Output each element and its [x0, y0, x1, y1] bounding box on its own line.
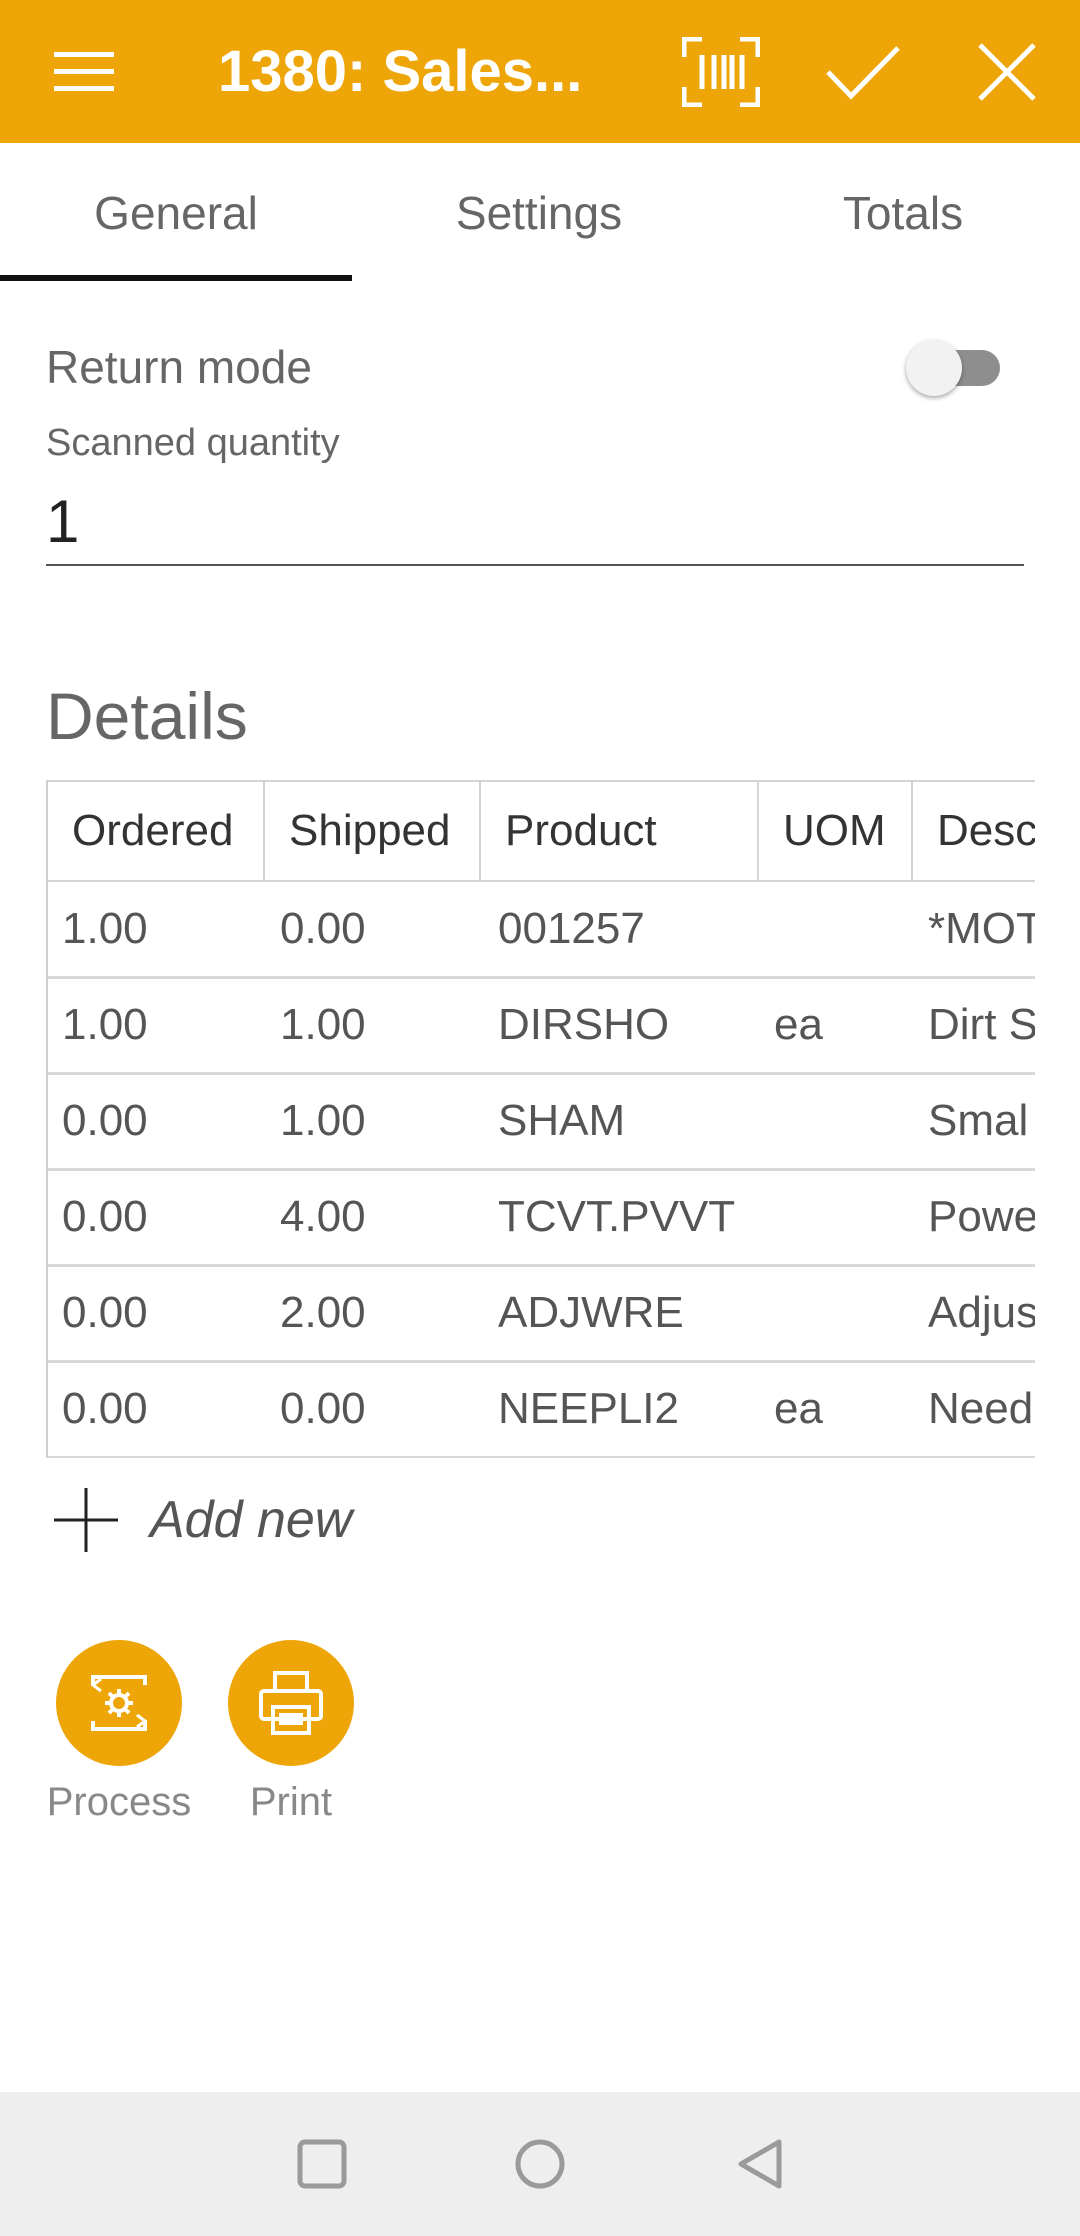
- system-nav-bar: [0, 2092, 1080, 2236]
- tab-settings[interactable]: Settings: [352, 143, 726, 283]
- table-row[interactable]: 0.00 1.00 SHAM Smal: [48, 1073, 1035, 1171]
- page-title: 1380: Sales...: [218, 39, 583, 104]
- add-new-button[interactable]: Add new: [46, 1480, 352, 1560]
- cell-desc: Dirt S: [912, 977, 1035, 1075]
- details-grid[interactable]: Ordered Shipped Product UOM Desc 1.00 0.…: [46, 780, 1035, 1458]
- table-row[interactable]: 1.00 1.00 DIRSHO ea Dirt S: [48, 977, 1035, 1075]
- table-row[interactable]: 0.00 2.00 ADJWRE Adjus: [48, 1265, 1035, 1363]
- process-label: Process: [46, 1780, 192, 1824]
- cell-shipped: 4.00: [264, 1169, 480, 1267]
- cell-product: NEEPLI2: [480, 1361, 758, 1458]
- add-new-label: Add new: [150, 1491, 353, 1549]
- back-triangle-icon[interactable]: [710, 2092, 810, 2236]
- details-heading: Details: [46, 679, 248, 753]
- cell-ordered: 0.00: [48, 1073, 264, 1171]
- table-row[interactable]: 1.00 0.00 001257 *MOT: [48, 881, 1035, 979]
- cell-product: SHAM: [480, 1073, 758, 1171]
- cell-ordered: 1.00: [48, 977, 264, 1075]
- active-tab-indicator: [0, 275, 352, 281]
- scanned-quantity-field[interactable]: [46, 478, 1024, 566]
- return-mode-toggle[interactable]: [906, 340, 1002, 396]
- cell-shipped: 1.00: [264, 1073, 480, 1171]
- printer-icon[interactable]: [228, 1640, 354, 1766]
- cell-product: DIRSHO: [480, 977, 758, 1075]
- scanned-quantity-label: Scanned quantity: [46, 422, 340, 464]
- column-header-desc[interactable]: Desc: [912, 780, 1035, 882]
- cell-shipped: 0.00: [264, 881, 480, 979]
- table-row[interactable]: 0.00 0.00 NEEPLI2 ea Need: [48, 1361, 1035, 1458]
- return-mode-label: Return mode: [46, 341, 312, 393]
- print-label: Print: [249, 1780, 333, 1824]
- cell-uom: ea: [758, 977, 912, 1075]
- process-settings-icon[interactable]: [56, 1640, 182, 1766]
- print-action[interactable]: Print: [216, 1640, 366, 1825]
- column-header-uom[interactable]: UOM: [758, 780, 913, 882]
- cell-uom: [758, 1169, 912, 1267]
- cell-shipped: 2.00: [264, 1265, 480, 1363]
- tab-general[interactable]: General: [0, 143, 352, 283]
- cell-ordered: 0.00: [48, 1265, 264, 1363]
- barcode-scan-icon[interactable]: [676, 0, 766, 143]
- tab-totals[interactable]: Totals: [726, 143, 1080, 283]
- check-icon[interactable]: [818, 0, 908, 143]
- cell-desc: Powe: [912, 1169, 1035, 1267]
- cell-desc: Adjus: [912, 1265, 1035, 1363]
- recent-apps-icon[interactable]: [272, 2092, 372, 2236]
- column-header-ordered[interactable]: Ordered: [48, 780, 265, 882]
- cell-desc: Need: [912, 1361, 1035, 1458]
- cell-shipped: 0.00: [264, 1361, 480, 1458]
- table-row[interactable]: 0.00 4.00 TCVT.PVVT Powe: [48, 1169, 1035, 1267]
- hamburger-menu-icon[interactable]: [44, 0, 124, 143]
- toggle-thumb: [906, 340, 962, 396]
- cell-shipped: 1.00: [264, 977, 480, 1075]
- process-action[interactable]: Process: [44, 1640, 194, 1825]
- cell-product: ADJWRE: [480, 1265, 758, 1363]
- cell-desc: Smal: [912, 1073, 1035, 1171]
- details-table: Ordered Shipped Product UOM Desc 1.00 0.…: [48, 780, 1035, 1458]
- cell-ordered: 1.00: [48, 881, 264, 979]
- cell-uom: ea: [758, 1361, 912, 1458]
- close-icon[interactable]: [962, 0, 1052, 143]
- cell-desc: *MOT: [912, 881, 1035, 979]
- app-bar: 1380: Sales...: [0, 0, 1080, 143]
- column-header-shipped[interactable]: Shipped: [264, 780, 481, 882]
- cell-product: TCVT.PVVT: [480, 1169, 758, 1267]
- cell-uom: [758, 1073, 912, 1171]
- home-circle-icon[interactable]: [490, 2092, 590, 2236]
- cell-uom: [758, 1265, 912, 1363]
- plus-icon: [46, 1480, 126, 1560]
- cell-ordered: 0.00: [48, 1169, 264, 1267]
- table-header-row: Ordered Shipped Product UOM Desc: [48, 780, 1035, 882]
- cell-product: 001257: [480, 881, 758, 979]
- column-header-product[interactable]: Product: [480, 780, 759, 882]
- cell-ordered: 0.00: [48, 1361, 264, 1458]
- cell-uom: [758, 881, 912, 979]
- tab-bar: General Settings Totals: [0, 143, 1080, 283]
